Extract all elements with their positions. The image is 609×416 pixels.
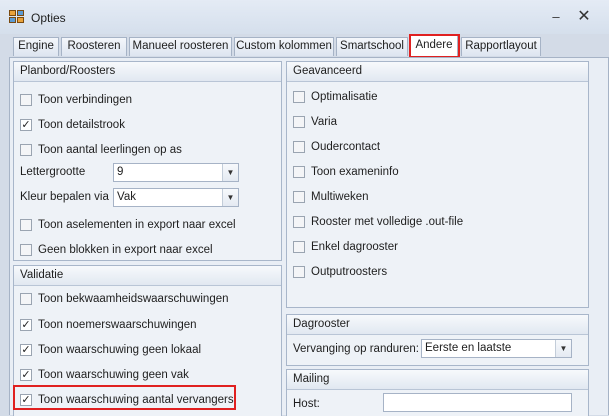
tab-engine[interactable]: Engine xyxy=(13,37,59,56)
lettergrootte-select[interactable]: 9 ▼ xyxy=(113,163,239,182)
checkbox[interactable] xyxy=(293,116,305,128)
group-geavanceerd: Geavanceerd Optimalisatie Varia Oudercon… xyxy=(286,61,589,308)
vervanging-label: Vervanging op randuren: xyxy=(293,343,419,355)
checkbox[interactable] xyxy=(293,216,305,228)
close-button[interactable]: ✕ xyxy=(574,8,594,26)
checkmark-icon[interactable]: ✓ xyxy=(20,319,32,331)
group-planbord-header: Planbord/Roosters xyxy=(14,62,281,82)
checkbox[interactable] xyxy=(293,266,305,278)
checkbox[interactable] xyxy=(293,166,305,178)
checkmark-icon[interactable]: ✓ xyxy=(20,119,32,131)
checkbox[interactable] xyxy=(20,144,32,156)
group-dagrooster: Dagrooster Vervanging op randuren: Eerst… xyxy=(286,314,589,366)
tab-andere[interactable]: Andere xyxy=(410,35,458,57)
group-validatie: Validatie Toon bekwaamheidswaarschuwinge… xyxy=(13,265,282,416)
tab-strip: Engine Roosteren Manueel roosteren Custo… xyxy=(0,35,609,57)
window-title: Opties xyxy=(31,11,66,25)
chevron-down-icon[interactable]: ▼ xyxy=(555,340,571,357)
checkbox[interactable] xyxy=(293,191,305,203)
app-icon xyxy=(9,10,25,24)
group-planbord: Planbord/Roosters Toon verbindingen ✓ To… xyxy=(13,61,282,261)
host-label: Host: xyxy=(293,398,320,410)
checkbox[interactable] xyxy=(293,91,305,103)
checkbox[interactable] xyxy=(20,244,32,256)
tab-manueel-roosteren[interactable]: Manueel roosteren xyxy=(129,37,232,56)
checkmark-icon[interactable]: ✓ xyxy=(20,369,32,381)
group-validatie-header: Validatie xyxy=(14,266,281,286)
kleur-label: Kleur bepalen via xyxy=(20,191,109,203)
group-geavanceerd-header: Geavanceerd xyxy=(287,62,588,82)
tab-custom-kolommen[interactable]: Custom kolommen xyxy=(234,37,334,56)
tab-smartschool[interactable]: Smartschool xyxy=(336,37,408,56)
vervanging-select[interactable]: Eerste en laatste ▼ xyxy=(421,339,572,358)
checkbox[interactable] xyxy=(20,293,32,305)
chevron-down-icon[interactable]: ▼ xyxy=(222,189,238,206)
kleur-select[interactable]: Vak ▼ xyxy=(113,188,239,207)
tab-content: Planbord/Roosters Toon verbindingen ✓ To… xyxy=(9,57,609,416)
minimize-button[interactable]: – xyxy=(546,8,566,26)
checkmark-icon[interactable]: ✓ xyxy=(20,394,32,406)
checkbox[interactable] xyxy=(20,94,32,106)
checkbox[interactable] xyxy=(293,241,305,253)
group-dagrooster-header: Dagrooster xyxy=(287,315,588,335)
tab-rapportlayout[interactable]: Rapportlayout xyxy=(461,37,541,56)
title-bar: Opties – ✕ xyxy=(0,0,609,34)
tab-roosteren[interactable]: Roosteren xyxy=(61,37,127,56)
group-mailing-header: Mailing xyxy=(287,370,588,390)
chevron-down-icon[interactable]: ▼ xyxy=(222,164,238,181)
lettergrootte-label: Lettergrootte xyxy=(20,166,86,178)
group-mailing: Mailing Host: xyxy=(286,369,589,416)
checkbox[interactable] xyxy=(293,141,305,153)
checkmark-icon[interactable]: ✓ xyxy=(20,344,32,356)
host-input[interactable] xyxy=(383,393,572,412)
checkbox[interactable] xyxy=(20,219,32,231)
